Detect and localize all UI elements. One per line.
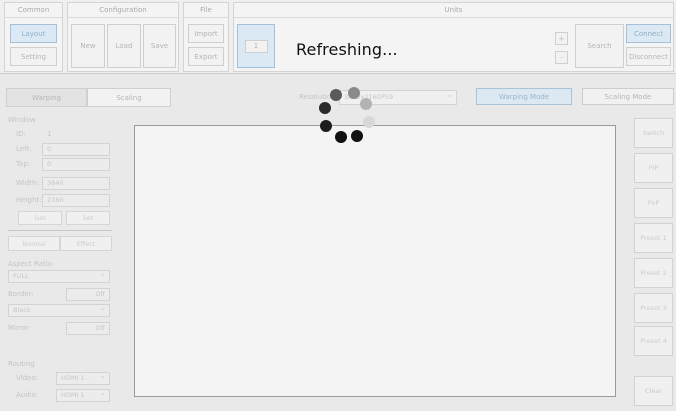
- top-field[interactable]: 0: [42, 158, 110, 171]
- search-button[interactable]: Search: [575, 24, 624, 68]
- width-label: Width:: [16, 179, 39, 187]
- id-value: 1: [47, 130, 52, 138]
- mirror-label: Mirror:: [8, 324, 31, 332]
- layout-canvas[interactable]: [134, 125, 616, 397]
- preset-2-button[interactable]: Preset 2: [634, 258, 673, 288]
- window-settings-panel: Window ID: 1 Left: 0 Top: 0 Width: 3840 …: [6, 112, 118, 408]
- border-toggle[interactable]: Off: [66, 288, 110, 301]
- id-label: ID:: [16, 130, 26, 138]
- preset-4-button[interactable]: Preset 4: [634, 326, 673, 356]
- width-field[interactable]: 3840: [42, 177, 110, 190]
- clear-button[interactable]: Clear: [634, 376, 673, 406]
- height-field[interactable]: 2160: [42, 194, 110, 207]
- common-group-label: Common: [5, 3, 62, 18]
- import-button[interactable]: Import: [188, 24, 224, 43]
- routing-label: Routing: [8, 360, 35, 368]
- left-field[interactable]: 0: [42, 143, 110, 156]
- unit-number: 1: [244, 39, 268, 53]
- tab-warping[interactable]: Warping: [6, 88, 87, 107]
- units-group-label: Units: [234, 3, 673, 18]
- layout-button[interactable]: Layout: [10, 24, 57, 43]
- setting-button[interactable]: Setting: [10, 47, 57, 66]
- get-button[interactable]: Get: [18, 211, 62, 225]
- set-button[interactable]: Set: [66, 211, 110, 225]
- audio-select[interactable]: HDMI 1: [56, 387, 110, 402]
- unit-plus-button[interactable]: +: [555, 32, 568, 45]
- border-color-select[interactable]: Black: [8, 302, 110, 317]
- new-button[interactable]: New: [71, 24, 105, 68]
- units-group: Units 1 + - Search Connect Disconnect: [233, 2, 674, 72]
- unit-selector[interactable]: 1: [237, 24, 275, 68]
- resolution-select[interactable]: 3840x2160P59: [339, 88, 457, 105]
- common-group: Common Layout Setting: [4, 2, 63, 72]
- preset-3-button[interactable]: Preset 3: [634, 293, 673, 323]
- connect-button[interactable]: Connect: [626, 24, 671, 43]
- tab-scaling[interactable]: Scaling: [87, 88, 171, 107]
- configuration-group-label: Configuration: [68, 3, 178, 18]
- disconnect-button[interactable]: Disconnect: [626, 47, 671, 66]
- switch-button[interactable]: Switch: [634, 118, 673, 148]
- load-button[interactable]: Load: [107, 24, 141, 68]
- pop-button[interactable]: PoP: [634, 188, 673, 218]
- resolution-label: Resolution: [299, 93, 336, 101]
- divider: [8, 230, 112, 231]
- top-label: Top:: [16, 160, 31, 168]
- export-button[interactable]: Export: [188, 47, 224, 66]
- file-group-label: File: [184, 3, 228, 18]
- refreshing-message: Refreshing...: [296, 40, 398, 59]
- video-label: Video:: [16, 374, 38, 382]
- aspect-ratio-select[interactable]: FULL: [8, 268, 110, 283]
- audio-label: Audio:: [16, 391, 39, 399]
- tab-effect[interactable]: Effect: [60, 236, 112, 251]
- unit-minus-button[interactable]: -: [555, 51, 568, 64]
- warping-mode-button[interactable]: Warping Mode: [476, 88, 572, 105]
- mirror-toggle[interactable]: Off: [66, 322, 110, 335]
- pip-button[interactable]: PiP: [634, 153, 673, 183]
- preset-1-button[interactable]: Preset 1: [634, 223, 673, 253]
- tab-bar: Warping Scaling: [0, 84, 676, 108]
- scaling-mode-button[interactable]: Scaling Mode: [582, 88, 674, 105]
- tab-normal[interactable]: Normal: [8, 236, 60, 251]
- ribbon-toolbar: Common Layout Setting Configuration New …: [0, 0, 676, 74]
- height-label: Height:: [16, 196, 42, 204]
- left-label: Left:: [16, 145, 32, 153]
- border-label: Border:: [8, 290, 34, 298]
- video-select[interactable]: HDMI 1: [56, 370, 110, 385]
- file-group: File Import Export: [183, 2, 229, 72]
- configuration-group: Configuration New Load Save: [67, 2, 179, 72]
- save-button[interactable]: Save: [143, 24, 176, 68]
- window-section-title: Window: [8, 116, 36, 124]
- aspect-ratio-label: Aspect Ratio: [8, 260, 52, 268]
